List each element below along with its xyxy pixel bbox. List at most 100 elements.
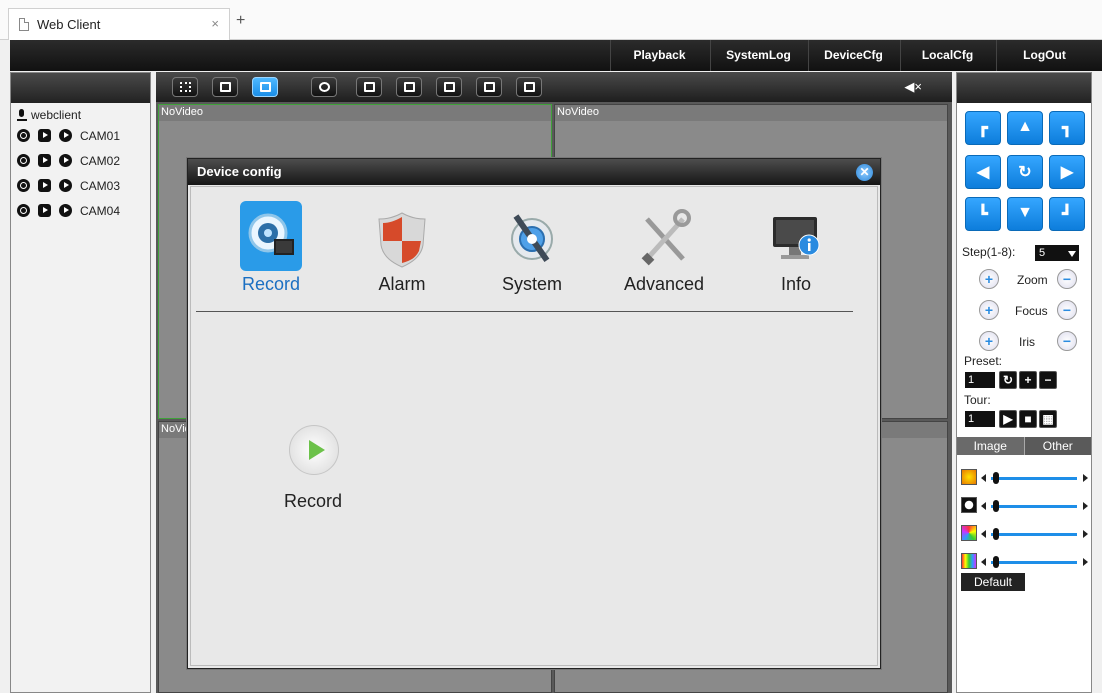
playback-icon[interactable] [356,77,382,97]
camera-row-cam01[interactable]: CAM01 [11,123,150,148]
ptz-up-left-button[interactable]: ┏ [965,111,1001,145]
record-icon[interactable] [17,204,30,217]
saturation-slider-knob[interactable] [993,528,999,540]
fullscreen-icon[interactable] [172,77,198,97]
microphone-icon[interactable] [17,109,27,121]
hue-slider-knob[interactable] [993,556,999,568]
play-icon[interactable] [59,129,72,142]
decrease-icon[interactable] [981,474,986,482]
default-button[interactable]: Default [961,573,1025,591]
ptz-up-right-button[interactable]: ┓ [1049,111,1085,145]
config-info[interactable]: Info [736,201,856,295]
record-sub-label: Record [283,491,343,511]
play-square-icon[interactable] [38,154,51,167]
play-square-icon[interactable] [38,204,51,217]
increase-icon[interactable] [1083,474,1088,482]
top-navigation: Playback SystemLog DeviceCfg LocalCfg Lo… [10,40,1102,71]
snapshot-icon[interactable] [436,77,462,97]
config-alarm[interactable]: Alarm [342,201,462,295]
record-icon[interactable] [17,129,30,142]
ptz-down-button[interactable]: ▼ [1007,197,1043,231]
cell-band [555,105,947,121]
nav-localcfg[interactable]: LocalCfg [900,40,994,71]
brightness-slider-knob[interactable] [993,472,999,484]
config-record[interactable]: Record [211,201,331,295]
new-tab-icon[interactable]: + [236,12,245,30]
record-icon[interactable] [17,154,30,167]
quad-view-icon[interactable] [252,77,278,97]
ptz-up-button[interactable]: ▲ [1007,111,1043,145]
increase-icon[interactable] [1083,530,1088,538]
nav-systemlog[interactable]: SystemLog [710,40,806,71]
focus-near-button[interactable]: + [979,300,999,320]
preset-add-button[interactable]: + [1019,371,1037,389]
preset-remove-button[interactable]: − [1039,371,1057,389]
decrease-icon[interactable] [981,558,986,566]
record-play-button[interactable] [289,425,339,475]
arrow-up-left-icon: ┏ [978,120,988,137]
play-square-icon[interactable] [38,179,51,192]
camera-label: CAM03 [80,178,121,193]
mute-icon[interactable]: ◀× [904,79,922,95]
ptz-auto-button[interactable]: ↻ [1007,155,1043,189]
single-view-icon[interactable] [212,77,238,97]
hue-slider-track[interactable] [991,561,1077,564]
nav-logout[interactable]: LogOut [996,40,1092,71]
decrease-icon[interactable] [981,530,986,538]
increase-icon[interactable] [1083,502,1088,510]
increase-icon[interactable] [1083,558,1088,566]
iris-close-button[interactable]: − [1057,331,1077,351]
hue-icon [961,553,977,569]
ptz-left-button[interactable]: ◀ [965,155,1001,189]
close-icon[interactable]: ✕ [856,164,873,181]
camera-row-cam02[interactable]: CAM02 [11,148,150,173]
iris-label: Iris [1019,335,1035,349]
config-advanced[interactable]: Advanced [604,201,724,295]
record-icon[interactable] [17,179,30,192]
tab-image[interactable]: Image [957,437,1025,455]
saturation-slider-track[interactable] [991,533,1077,536]
camera-row-cam04[interactable]: CAM04 [11,198,150,223]
preset-goto-button[interactable]: ↻ [999,371,1017,389]
tab-other[interactable]: Other [1024,437,1091,455]
tour-grid-button[interactable]: ▦ [1039,410,1057,428]
nav-devicecfg[interactable]: DeviceCfg [808,40,898,71]
ptz-down-right-button[interactable]: ┛ [1049,197,1085,231]
tab-close-icon[interactable]: × [211,16,219,31]
record-icon[interactable] [476,77,502,97]
camera-label: CAM02 [80,153,121,168]
zoom-icon[interactable] [311,77,337,97]
config-system[interactable]: System [472,201,592,295]
contrast-slider-track[interactable] [991,505,1077,508]
dialog-title: Device config [197,164,282,179]
browser-tab[interactable]: Web Client × [8,8,230,40]
tour-input[interactable]: 1 [965,411,995,427]
decrease-icon[interactable] [981,502,986,510]
camera-label: CAM04 [80,203,121,218]
dialog-titlebar: Device config ✕ [188,159,880,185]
brightness-slider-track[interactable] [991,477,1077,480]
focus-far-button[interactable]: − [1057,300,1077,320]
nav-playback[interactable]: Playback [610,40,708,71]
arrow-left-icon: ◀ [976,164,990,181]
camera-row-cam03[interactable]: CAM03 [11,173,150,198]
tour-stop-button[interactable]: ■ [1019,410,1037,428]
tour-play-button[interactable]: ▶ [999,410,1017,428]
tree-root[interactable]: webclient [11,103,150,123]
zoom-in-button[interactable]: + [979,269,999,289]
zoom-out-button[interactable]: − [1057,269,1077,289]
play-icon[interactable] [59,179,72,192]
preset-input[interactable]: 1 [965,372,995,388]
contrast-slider-knob[interactable] [993,500,999,512]
ptz-right-button[interactable]: ▶ [1049,155,1085,189]
cell-label: NoVideo [557,106,599,118]
ptz-down-left-button[interactable]: ┗ [965,197,1001,231]
pause-icon[interactable] [396,77,422,97]
step-select[interactable]: 5 [1035,245,1079,261]
iris-open-button[interactable]: + [979,331,999,351]
play-square-icon[interactable] [38,129,51,142]
camera-label: CAM01 [80,128,121,143]
play-icon[interactable] [59,204,72,217]
multi-record-icon[interactable] [516,77,542,97]
play-icon[interactable] [59,154,72,167]
